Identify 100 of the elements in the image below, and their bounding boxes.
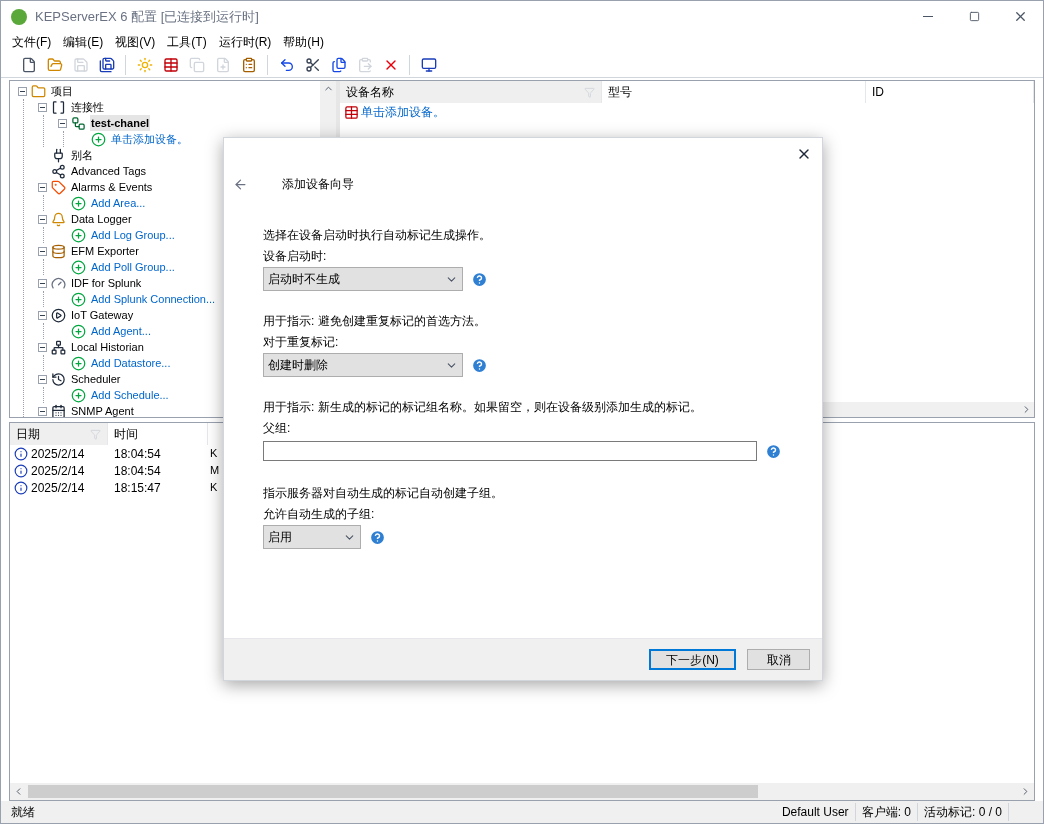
tree-item[interactable]: Scheduler: [70, 370, 122, 388]
tree-toggle[interactable]: [38, 102, 47, 112]
cut-icon: [304, 56, 321, 73]
table-cell-text: 2025/2/14: [31, 462, 85, 480]
folder-icon: [46, 56, 63, 73]
add-icon: [71, 355, 86, 371]
tree-toggle[interactable]: [38, 406, 47, 416]
field-label: 对于重复标记:: [263, 334, 339, 351]
window-title: KEPServerEX 6 配置 [已连接到运行时]: [35, 7, 259, 26]
add-link[interactable]: Add Splunk Connection...: [90, 290, 217, 308]
dropdown[interactable]: 创建时删除: [263, 353, 463, 377]
tree-item[interactable]: Local Historian: [70, 338, 145, 356]
dropdown[interactable]: 启用: [263, 525, 361, 549]
menu-item[interactable]: 编辑(E): [58, 33, 109, 51]
sort-icon: [90, 428, 101, 440]
tree-item[interactable]: EFM Exporter: [70, 242, 140, 260]
info-icon: [14, 463, 28, 478]
table-cell-text: 2025/2/14: [31, 479, 85, 497]
add-link[interactable]: Add Poll Group...: [90, 258, 176, 276]
menu-item[interactable]: 工具(T): [162, 33, 212, 51]
add-link[interactable]: Add Datastore...: [90, 354, 172, 372]
tree-item[interactable]: IoT Gateway: [70, 306, 135, 324]
toolbar-button[interactable]: [161, 55, 180, 74]
description-text: 指示服务器对自动生成的标记自动创建子组。: [263, 485, 503, 502]
plug-icon: [51, 147, 66, 163]
column-header[interactable]: 设备名称: [340, 81, 602, 103]
undo-icon: [278, 56, 295, 73]
scrollbar[interactable]: [822, 402, 1034, 417]
menu-item[interactable]: 帮助(H): [278, 33, 329, 51]
dialog-button[interactable]: 下一步(N): [649, 649, 736, 670]
help-icon[interactable]: [471, 270, 488, 288]
dropdown[interactable]: 启动时不生成: [263, 267, 463, 291]
tree-toggle[interactable]: [38, 374, 47, 384]
dialog-button[interactable]: 取消: [747, 649, 810, 670]
help-icon[interactable]: [369, 528, 386, 546]
column-header[interactable]: 日期: [10, 423, 108, 445]
tree-toggle[interactable]: [38, 214, 47, 224]
save-icon: [72, 56, 89, 73]
menu-item[interactable]: 视图(V): [110, 33, 161, 51]
add-icon: [71, 323, 86, 339]
paste-icon: [356, 56, 373, 73]
folder-icon: [31, 83, 46, 99]
add-link[interactable]: Add Schedule...: [90, 386, 170, 404]
add-icon: [71, 195, 86, 211]
tree-item[interactable]: Alarms & Events: [70, 178, 154, 196]
status-clients: 客户端: 0: [855, 803, 918, 821]
table-cell-text: M: [210, 463, 220, 479]
tree-item[interactable]: SNMP Agent: [70, 402, 135, 417]
tree-item[interactable]: Advanced Tags: [70, 162, 148, 180]
toolbar-button[interactable]: [419, 55, 438, 74]
tree-toggle[interactable]: [38, 342, 47, 352]
tree-item[interactable]: 别名: [70, 146, 94, 164]
input-field[interactable]: [263, 441, 757, 461]
maximize-icon: [968, 11, 980, 22]
add-icon: [71, 387, 86, 403]
minimize-icon: [923, 16, 933, 17]
tree-toggle[interactable]: [18, 86, 27, 96]
field-label: 允许自动生成的子组:: [263, 506, 375, 523]
scroll-thumb[interactable]: [28, 785, 758, 798]
tag-icon: [51, 179, 66, 195]
copy-icon: [188, 56, 205, 73]
copy-icon: [330, 56, 347, 73]
help-icon[interactable]: [765, 442, 782, 460]
menu-item[interactable]: 文件(F): [7, 33, 57, 51]
tree-item[interactable]: 连接性: [70, 98, 105, 116]
add-link[interactable]: Add Log Group...: [90, 226, 176, 244]
properties-icon: [240, 56, 257, 73]
tree-item[interactable]: Data Logger: [70, 210, 133, 228]
table-cell-text: K: [210, 446, 218, 462]
add-link[interactable]: 单击添加设备。: [110, 130, 189, 148]
add-link[interactable]: Add Agent...: [90, 322, 152, 340]
menu-item[interactable]: 运行时(R): [213, 33, 277, 51]
history-icon: [51, 371, 66, 387]
burst-icon: [136, 56, 153, 73]
tree-toggle[interactable]: [38, 246, 47, 256]
help-icon[interactable]: [471, 356, 488, 374]
field-label: 设备启动时:: [263, 248, 327, 265]
tree-toggle[interactable]: [38, 182, 47, 192]
status-text: 就绪: [11, 804, 35, 821]
file-plus-icon: [214, 56, 231, 73]
tree-toggle[interactable]: [58, 118, 67, 128]
status-active-tags: 活动标记: 0 / 0: [917, 803, 1009, 821]
tree-toggle[interactable]: [38, 278, 47, 288]
app-logo-icon: [11, 8, 27, 25]
add-icon: [91, 131, 106, 147]
gauge-icon: [51, 275, 66, 291]
tree-toggle[interactable]: [38, 310, 47, 320]
status-user: Default User: [775, 803, 856, 821]
toolbar-button[interactable]: [303, 55, 322, 74]
add-link[interactable]: Add Area...: [90, 194, 147, 212]
toolbar-button[interactable]: [329, 55, 348, 74]
add-icon: [71, 291, 86, 307]
tree-item[interactable]: 项目: [50, 82, 74, 100]
tree-item[interactable]: IDF for Splunk: [70, 274, 143, 292]
database-icon: [51, 243, 66, 259]
scrollbar[interactable]: [10, 783, 1034, 800]
back-button[interactable]: [232, 176, 248, 192]
toolbar-button[interactable]: [97, 55, 116, 74]
add-link[interactable]: 单击添加设备。: [361, 103, 445, 121]
tree-item[interactable]: test-chanel: [90, 114, 151, 132]
